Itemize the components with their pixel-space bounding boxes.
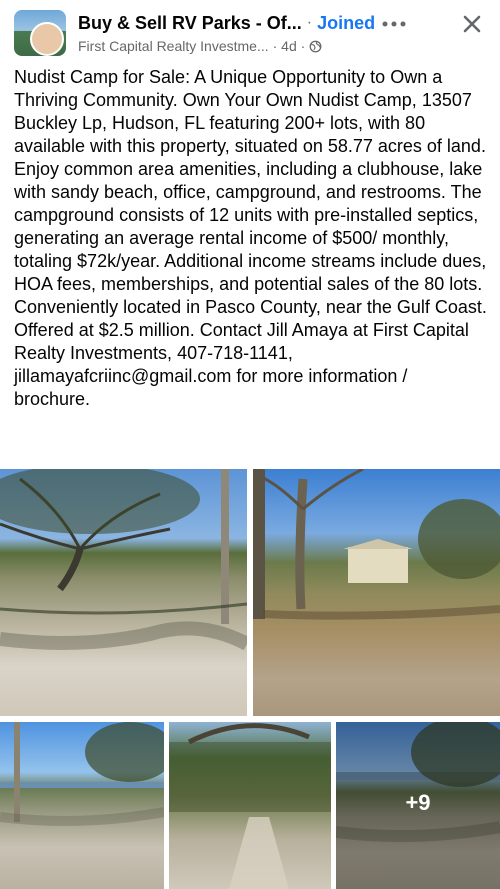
more-options-button[interactable] [374, 10, 414, 38]
close-icon [463, 15, 481, 33]
more-photos-count[interactable]: +9 [336, 790, 500, 816]
close-button[interactable] [456, 10, 488, 38]
globe-icon [309, 40, 322, 52]
post-photo-3[interactable] [0, 722, 164, 889]
separator-dot: · [306, 14, 313, 31]
author-avatar [30, 22, 64, 56]
post-text: Nudist Camp for Sale: A Unique Opportuni… [14, 67, 487, 409]
more-icon [382, 21, 406, 27]
group-avatar[interactable] [14, 10, 66, 56]
lake-path-illustration [0, 722, 164, 826]
post-meta: First Capital Realty Investme... · 4d · [78, 38, 322, 54]
tree-scene-illustration [0, 469, 247, 651]
group-name-link[interactable]: Buy & Sell RV Parks - Of... [78, 13, 302, 34]
post-photo-1[interactable] [0, 469, 247, 716]
title-row: Buy & Sell RV Parks - Of... · Joined [78, 10, 375, 36]
joined-button[interactable]: Joined [317, 13, 375, 34]
post-header: Buy & Sell RV Parks - Of... · Joined Fir… [0, 0, 500, 64]
post-photo-2[interactable] [253, 469, 500, 716]
trail-illustration [169, 723, 331, 889]
post-photo-5[interactable]: +9 [336, 722, 500, 889]
post-time[interactable]: · 4d · [273, 38, 306, 54]
post-photo-4[interactable] [169, 722, 331, 889]
mobile-home-illustration [253, 469, 500, 620]
author-name-link[interactable]: First Capital Realty Investme... [78, 38, 269, 54]
